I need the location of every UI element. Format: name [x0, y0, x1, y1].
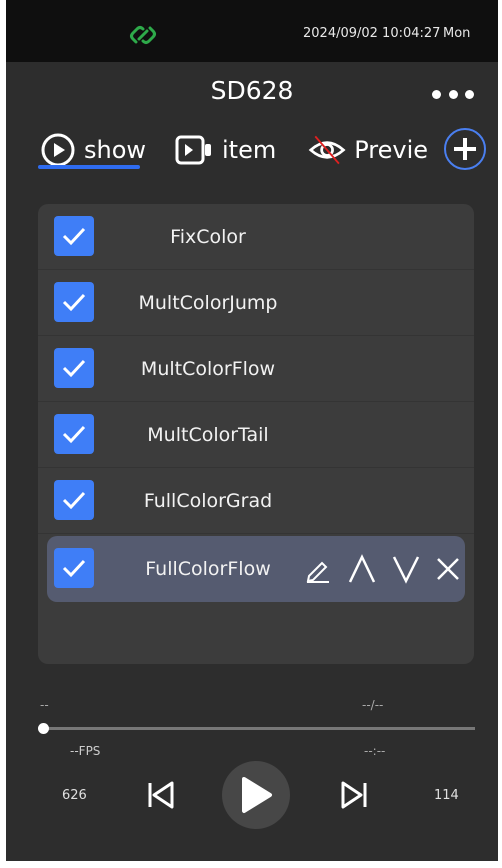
checkmark-icon [62, 491, 86, 510]
count-right: 114 [434, 788, 459, 803]
status-day: Mon [443, 26, 471, 41]
list-item[interactable]: MultColorFlow [38, 336, 474, 402]
checkmark-icon [62, 359, 86, 378]
skip-previous-icon[interactable] [146, 780, 176, 810]
checkbox[interactable] [54, 282, 94, 322]
pencil-icon[interactable] [303, 554, 333, 584]
page-title: SD628 [210, 76, 294, 105]
list-item-selected[interactable]: FullColorFlow [47, 536, 465, 602]
app-screen: 2024/09/02 10:04:27 Mon SD628 show item … [6, 0, 498, 861]
checkmark-icon [62, 293, 86, 312]
play-button[interactable] [222, 761, 290, 829]
list-item-label: MultColorFlow [140, 358, 276, 380]
fps-label: --FPS [70, 744, 101, 758]
checkbox[interactable] [54, 480, 94, 520]
play-circle-icon [41, 133, 75, 167]
plus-icon [454, 138, 476, 160]
count-left: 626 [62, 788, 87, 803]
more-dots-icon [432, 89, 441, 99]
checkmark-icon [62, 559, 86, 578]
tab-show[interactable]: show [40, 130, 146, 170]
list-item[interactable]: FixColor [38, 204, 474, 270]
more-button[interactable] [432, 88, 474, 100]
list-item-label: FullColorGrad [143, 490, 273, 512]
progress-end-label: --/-- [362, 698, 384, 712]
tab-preview[interactable]: Previe [308, 130, 428, 170]
checkbox[interactable] [54, 216, 94, 256]
chevron-down-icon[interactable] [391, 554, 421, 584]
checkbox[interactable] [54, 414, 94, 454]
active-tab-indicator [38, 165, 140, 169]
status-time: 2024/09/02 10:04:27 [303, 26, 441, 41]
list-item[interactable]: MultColorTail [38, 402, 474, 468]
checkmark-icon [62, 227, 86, 246]
progress-thumb[interactable] [38, 723, 49, 734]
skip-next-icon[interactable] [339, 780, 369, 810]
item-list: FixColor MultColorJump MultColorFlow Mul… [38, 204, 474, 664]
link-icon[interactable] [128, 20, 158, 50]
add-button[interactable] [444, 128, 486, 170]
checkbox[interactable] [54, 548, 94, 588]
checkmark-icon [62, 425, 86, 444]
play-icon [242, 777, 272, 813]
list-item-label: MultColorTail [147, 424, 269, 446]
checkbox[interactable] [54, 348, 94, 388]
tab-preview-label: Previe [354, 136, 428, 164]
eye-crossed-icon [308, 135, 346, 165]
chevron-up-icon[interactable] [347, 554, 377, 584]
timecode-label: --:-- [364, 744, 386, 758]
progress-slider[interactable] [43, 727, 475, 730]
list-item[interactable]: MultColorJump [38, 270, 474, 336]
list-item-label: MultColorJump [138, 292, 278, 314]
progress-start-label: -- [40, 698, 49, 712]
tab-item[interactable]: item [174, 130, 276, 170]
row-actions [303, 554, 461, 584]
list-item-label: FixColor [170, 226, 246, 248]
list-item[interactable]: FullColorGrad [38, 468, 474, 534]
list-item-label: FullColorFlow [145, 558, 271, 580]
tab-show-label: show [84, 136, 147, 164]
tab-item-label: item [222, 136, 277, 164]
video-camera-icon [175, 135, 211, 165]
close-icon[interactable] [435, 556, 461, 582]
status-bar: 2024/09/02 10:04:27 Mon [6, 0, 498, 62]
